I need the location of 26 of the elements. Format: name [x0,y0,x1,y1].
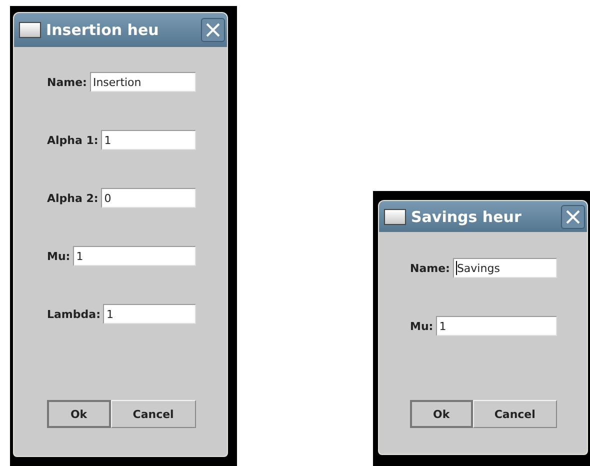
window-title: Insertion heu [46,21,160,39]
close-icon [565,208,581,224]
field-label: Lambda: [47,308,100,320]
window-title: Savings heur [411,208,522,226]
input-field[interactable]: 1 [103,304,196,324]
close-icon [205,22,221,38]
field-label: Name: [410,262,450,274]
input-field[interactable]: Savings [452,258,557,278]
ok-button[interactable]: Ok [410,400,473,428]
field-label: Alpha 2: [47,192,98,204]
cancel-button[interactable]: Cancel [472,400,557,428]
window-icon [384,208,406,224]
close-button[interactable] [561,204,585,228]
input-field[interactable]: 1 [73,246,196,266]
window-icon [19,22,41,38]
field-label: Mu: [47,250,70,262]
input-field[interactable]: 1 [101,130,196,150]
ok-button[interactable]: Ok [47,400,111,428]
close-button[interactable] [201,18,225,42]
field-label: Name: [47,76,87,88]
cancel-button[interactable]: Cancel [110,400,196,428]
input-field[interactable]: 1 [436,316,557,336]
field-label: Alpha 1: [47,134,98,146]
input-field[interactable]: 0 [101,188,196,208]
field-label: Mu: [410,320,434,332]
input-field[interactable]: Insertion [90,72,196,92]
